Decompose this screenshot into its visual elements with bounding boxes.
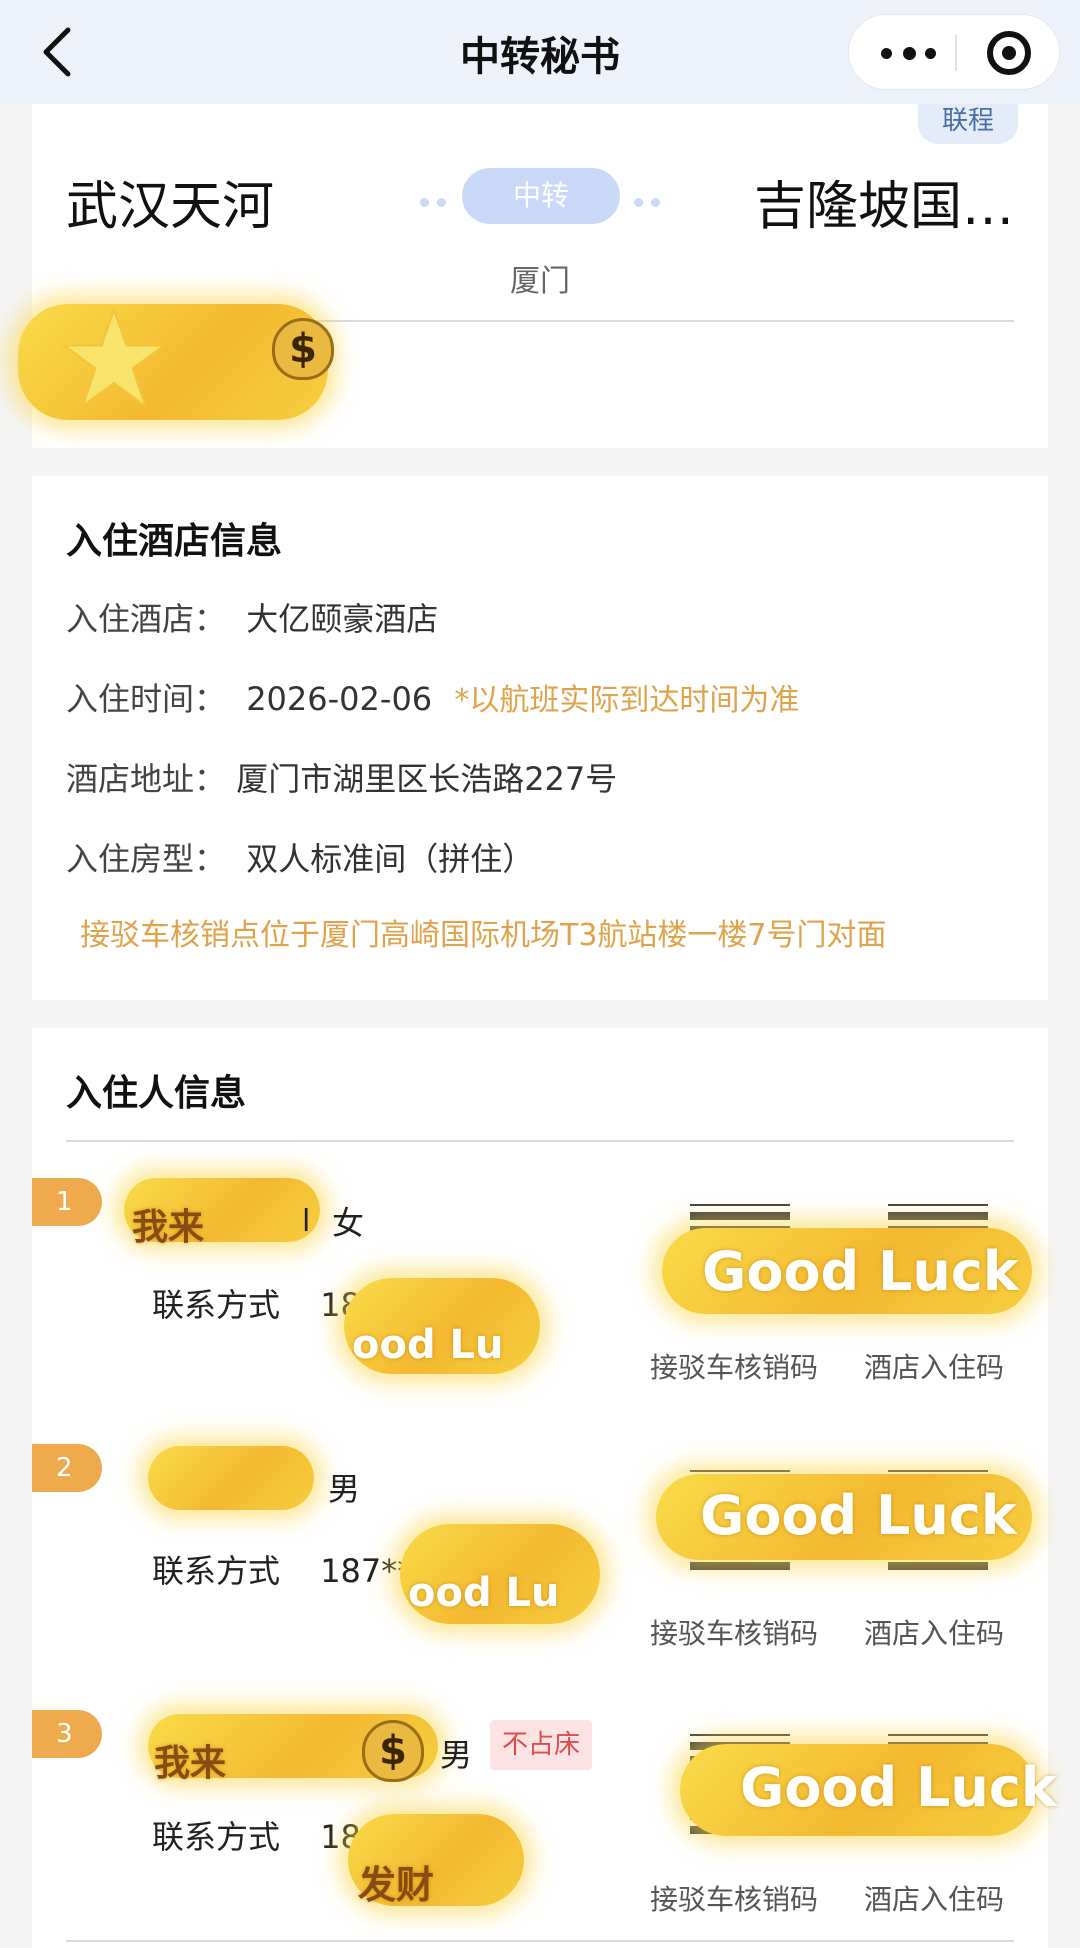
- guest-number-badge: 2: [32, 1444, 102, 1492]
- section-title: 入住酒店信息: [66, 521, 283, 562]
- name-redaction-sticker: [148, 1446, 314, 1510]
- address-row: 酒店地址： 厦门市湖里区长浩路227号: [66, 754, 617, 800]
- guest-info-card: 入住人信息 1 我来 l 女 联系方式 18 ood Lu Good Luck …: [32, 1028, 1057, 1948]
- sticker-text: ood Lu: [408, 1570, 560, 1616]
- contact-row: 联系方式 18: [152, 1812, 361, 1858]
- arrival-city: 吉隆坡国…: [753, 177, 1014, 237]
- hotel-name-row: 入住酒店： 大亿颐豪酒店: [66, 594, 438, 640]
- contact-row: 联系方式 187**: [152, 1546, 413, 1592]
- combined-trip-tag: 联程: [918, 104, 1018, 144]
- pickup-code-label[interactable]: 接驳车核销码: [650, 1878, 818, 1918]
- contact-label: 联系方式: [152, 1552, 281, 1590]
- transit-pill: 中转: [462, 168, 620, 224]
- contact-row: 联系方式 18: [152, 1280, 361, 1326]
- contact-label: 联系方式: [152, 1286, 281, 1324]
- label: 入住酒店：: [66, 600, 227, 638]
- route-dots-right: [634, 192, 668, 211]
- guest-number-badge: 1: [32, 1178, 102, 1226]
- star-icon: [62, 307, 166, 409]
- hotel-address: 厦门市湖里区长浩路227号: [236, 760, 618, 798]
- time-note: *以航班实际到达时间为准: [454, 683, 800, 718]
- divider: [66, 1140, 1014, 1142]
- contact-label: 联系方式: [152, 1818, 281, 1856]
- hotel-info-card: 入住酒店信息 入住酒店： 大亿颐豪酒店 入住时间： 2026-02-06 *以航…: [32, 476, 1048, 1000]
- capsule-divider: [955, 35, 957, 71]
- hotel-name: 大亿颐豪酒店: [246, 600, 439, 638]
- pickup-code-label[interactable]: 接驳车核销码: [650, 1612, 818, 1652]
- more-dots-icon[interactable]: [879, 37, 939, 67]
- sticker-text: 发财: [358, 1863, 435, 1907]
- guest-gender: 女: [332, 1204, 365, 1242]
- divider: [66, 1940, 1014, 1942]
- mini-program-capsule: [848, 14, 1060, 90]
- guest-gender: 男: [440, 1736, 473, 1774]
- pickup-note: 接驳车核销点位于厦门高崎国际机场T3航站楼一楼7号门对面: [80, 918, 887, 953]
- nav-bar: 中转秘书: [0, 0, 1080, 104]
- sticker-text: Good Luck: [700, 1484, 1017, 1547]
- hotel-code-label[interactable]: 酒店入住码: [864, 1878, 1004, 1918]
- label: 入住时间：: [66, 680, 227, 718]
- guest-item: 2 男 联系方式 187** ood Lu Good Luck 接驳车核销码 酒…: [32, 1444, 1048, 1710]
- sticker-text: 我来: [154, 1743, 227, 1784]
- pickup-code-label[interactable]: 接驳车核销码: [650, 1346, 818, 1386]
- route-dots-left: [420, 192, 454, 211]
- guest-gender: 男: [328, 1470, 361, 1508]
- check-in-time-row: 入住时间： 2026-02-06 *以航班实际到达时间为准: [66, 674, 799, 720]
- sticker-text: ood Lu: [352, 1322, 504, 1368]
- money-bag-icon: $: [272, 318, 334, 380]
- money-bag-icon: $: [362, 1720, 424, 1782]
- guest-item: 3 我来 $ 男 不占床 联系方式 18 发财 Good Luck 接驳车核销码…: [32, 1710, 1057, 1948]
- room-type-row: 入住房型： 双人标准间（拼住）: [66, 834, 534, 880]
- guest-item: 1 我来 l 女 联系方式 18 ood Lu Good Luck 接驳车核销码…: [32, 1178, 1048, 1444]
- target-icon[interactable]: [987, 31, 1031, 75]
- guest-number-badge: 3: [32, 1710, 102, 1758]
- section-title: 入住人信息: [66, 1073, 247, 1114]
- room-type: 双人标准间（拼住）: [246, 840, 535, 878]
- label: 入住房型：: [66, 840, 227, 878]
- sticker-text: Good Luck: [702, 1240, 1019, 1303]
- sticker-text: Good Luck: [740, 1756, 1057, 1819]
- no-bed-badge: 不占床: [490, 1720, 593, 1770]
- guest-name-visible: l: [302, 1204, 311, 1239]
- transit-city: 厦门: [510, 264, 570, 299]
- departure-city: 武汉天河: [66, 177, 275, 237]
- label: 酒店地址：: [66, 760, 227, 798]
- hotel-code-label[interactable]: 酒店入住码: [864, 1612, 1004, 1652]
- hotel-code-label[interactable]: 酒店入住码: [864, 1346, 1004, 1386]
- check-in-date: 2026-02-06: [246, 680, 433, 718]
- sticker-text: 我来: [132, 1207, 205, 1248]
